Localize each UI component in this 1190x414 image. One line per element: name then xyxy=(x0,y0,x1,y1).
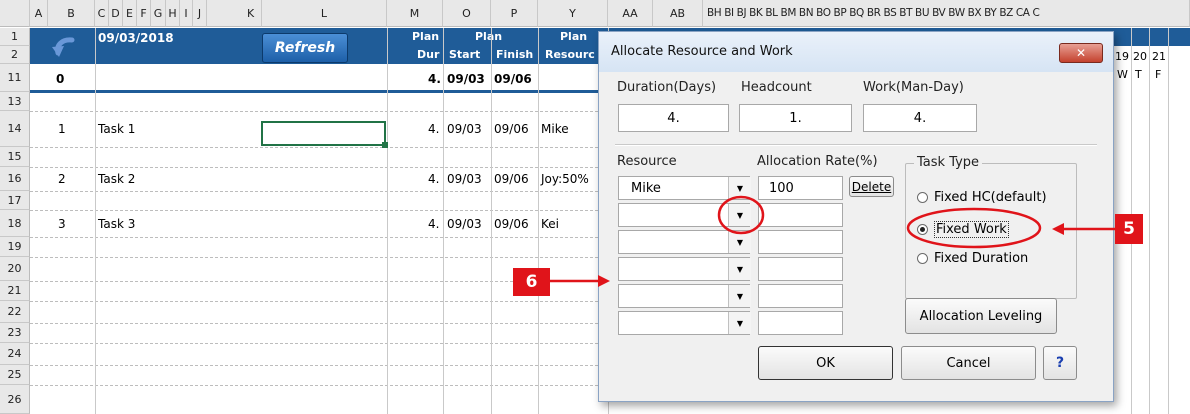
arrow-head-5 xyxy=(1052,223,1064,235)
annotation-overlay xyxy=(550,195,1115,287)
arrow-head-6 xyxy=(598,275,610,287)
dropdown-highlight-circle xyxy=(717,195,765,235)
fixed-work-highlight-circle xyxy=(906,207,1042,249)
callout-5: 5 xyxy=(1115,214,1143,244)
callout-6: 6 xyxy=(513,268,550,296)
